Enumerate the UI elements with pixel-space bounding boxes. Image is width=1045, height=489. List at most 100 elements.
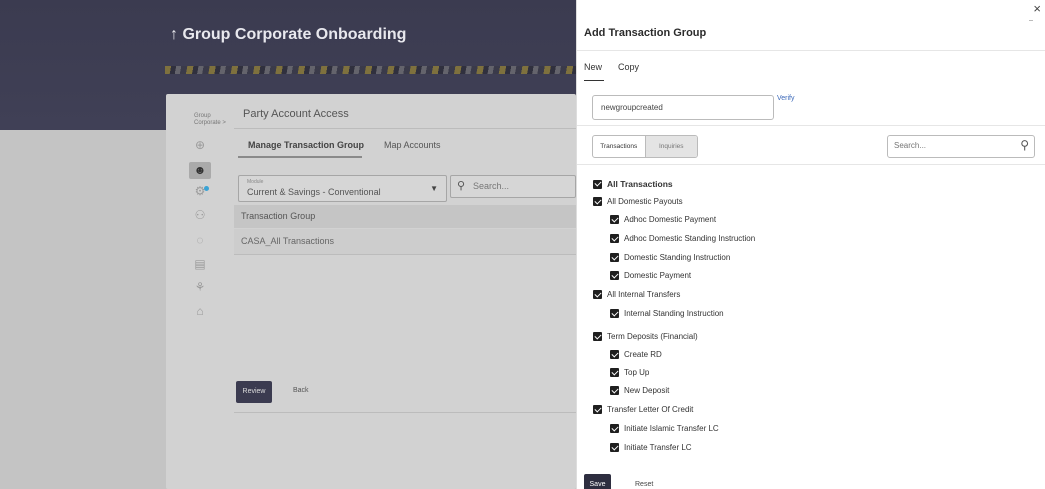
module-select[interactable]: Module Current & Savings - Conventional … — [238, 175, 447, 202]
bank-icon[interactable]: ⌂ — [192, 304, 208, 318]
tree-item-label: Adhoc Domestic Payment — [624, 215, 717, 224]
tab-map-accounts[interactable]: Map Accounts — [384, 140, 441, 150]
close-icon[interactable]: × — [1033, 2, 1041, 15]
header-banner-stripe — [165, 66, 576, 74]
segment-transactions[interactable]: Transactions — [593, 136, 645, 157]
checkbox[interactable] — [610, 386, 619, 395]
minimize-mark — [1029, 20, 1033, 21]
checkbox[interactable] — [593, 179, 602, 189]
tree-item-group: Term Deposits (Financial) — [593, 332, 698, 341]
active-tab-indicator — [238, 156, 362, 158]
module-label: Module — [247, 179, 264, 185]
people-icon[interactable]: ⚇ — [192, 208, 208, 222]
active-tab-indicator — [584, 80, 604, 81]
tree-item-group: Transfer Letter Of Credit — [593, 405, 693, 414]
notification-dot — [204, 186, 209, 191]
tree-item-group: All Domestic Payouts — [593, 197, 683, 206]
checkbox[interactable] — [610, 424, 619, 433]
divider — [577, 125, 1045, 126]
tree-item-label: Initiate Transfer LC — [624, 443, 692, 452]
tab-copy[interactable]: Copy — [618, 62, 639, 72]
network-icon[interactable]: ⚘ — [192, 280, 208, 294]
checkbox[interactable] — [610, 350, 619, 359]
users-icon[interactable]: ☻ — [189, 162, 211, 179]
divider — [234, 254, 576, 255]
tree-item: Domestic Standing Instruction — [610, 253, 730, 262]
checkbox[interactable] — [593, 197, 602, 206]
search-input[interactable] — [894, 141, 1009, 150]
table-row[interactable]: CASA_All Transactions — [234, 229, 576, 254]
checkbox[interactable] — [610, 234, 619, 243]
breadcrumb-line-2: Corporate > — [194, 120, 226, 126]
tab-bar: Manage Transaction Group Map Accounts — [234, 131, 576, 157]
checkbox[interactable] — [610, 443, 619, 452]
document-icon[interactable]: ▤ — [192, 257, 208, 271]
background-search-input[interactable]: ⚲ Search... — [450, 175, 576, 198]
tree-item-label: Domestic Payment — [624, 271, 692, 280]
segment-inquiries[interactable]: Inquiries — [644, 136, 697, 157]
checkbox[interactable] — [610, 368, 619, 377]
checkbox[interactable] — [610, 271, 619, 280]
back-button[interactable]: Back — [293, 387, 309, 394]
search-placeholder: Search... — [473, 181, 510, 191]
drawer-title: Add Transaction Group — [584, 27, 707, 39]
table-header: Transaction Group — [234, 205, 576, 228]
row-group-name[interactable]: CASA_All Transactions — [241, 236, 334, 246]
tree-item-label: Adhoc Domestic Standing Instruction — [624, 234, 756, 243]
search-icon[interactable]: ⚲ — [1020, 138, 1029, 152]
tree-item: Adhoc Domestic Payment — [610, 215, 716, 224]
divider — [234, 412, 576, 413]
save-button[interactable]: Save — [584, 474, 611, 489]
tree-item-label: Initiate Islamic Transfer LC — [624, 424, 719, 433]
tree-item-label: Create RD — [624, 350, 662, 359]
breadcrumb[interactable]: Group Corporate > — [194, 113, 226, 127]
tree-item: Internal Standing Instruction — [610, 309, 724, 318]
tab-manage-transaction-group[interactable]: Manage Transaction Group — [248, 140, 364, 150]
checkbox[interactable] — [593, 332, 602, 341]
tree-item-label: All Internal Transfers — [607, 290, 681, 299]
tree-item: Adhoc Domestic Standing Instruction — [610, 234, 755, 243]
settings-icon[interactable]: ◌ — [192, 233, 208, 247]
tree-item: Initiate Islamic Transfer LC — [610, 424, 719, 433]
tree-item-label: All Transactions — [607, 179, 673, 189]
checkbox[interactable] — [593, 405, 602, 414]
tree-item-label: New Deposit — [624, 386, 670, 395]
chevron-down-icon: ▼ — [430, 184, 438, 193]
tree-item: Create RD — [610, 350, 662, 359]
divider — [234, 128, 576, 129]
breadcrumb-line-1: Group — [194, 113, 211, 119]
tree-item-label: Top Up — [624, 368, 650, 377]
divider — [577, 50, 1045, 51]
add-transaction-group-drawer: × Add Transaction Group New Copy Verify … — [576, 0, 1045, 489]
background-page: ↑ Group Corporate Onboarding Group Corpo… — [0, 0, 576, 489]
tree-item-group: All Internal Transfers — [593, 290, 680, 299]
checkbox[interactable] — [610, 309, 619, 318]
tree-item-label: Term Deposits (Financial) — [607, 332, 698, 341]
transaction-type-toggle: Transactions Inquiries — [592, 135, 698, 158]
review-button[interactable]: Review — [236, 381, 272, 403]
tree-item: Top Up — [610, 368, 649, 377]
verify-link[interactable]: Verify — [777, 95, 795, 102]
checkbox[interactable] — [610, 215, 619, 224]
module-value: Current & Savings - Conventional — [247, 187, 381, 197]
tree-item: New Deposit — [610, 386, 669, 395]
tree-item-label: All Domestic Payouts — [607, 197, 683, 206]
checkbox[interactable] — [610, 253, 619, 262]
search-field: ⚲ — [887, 135, 1035, 158]
card-title: Party Account Access — [243, 108, 349, 120]
reset-button[interactable]: Reset — [635, 481, 653, 488]
tree-item: Initiate Transfer LC — [610, 443, 692, 452]
tree-item: Domestic Payment — [610, 271, 691, 280]
column-header-transaction-group: Transaction Group — [241, 211, 316, 221]
tree-item-label: Internal Standing Instruction — [624, 309, 724, 318]
checkbox[interactable] — [593, 290, 602, 299]
tree-item-all-transactions: All Transactions — [593, 179, 673, 189]
tree-item-label: Transfer Letter Of Credit — [607, 405, 694, 414]
search-icon: ⚲ — [457, 180, 466, 192]
group-name-input[interactable] — [592, 95, 774, 120]
divider — [577, 164, 1045, 165]
page-title: ↑ Group Corporate Onboarding — [170, 26, 407, 43]
tree-item-label: Domestic Standing Instruction — [624, 253, 731, 262]
globe-icon[interactable]: ⊕ — [192, 138, 208, 152]
tab-new[interactable]: New — [584, 62, 602, 72]
